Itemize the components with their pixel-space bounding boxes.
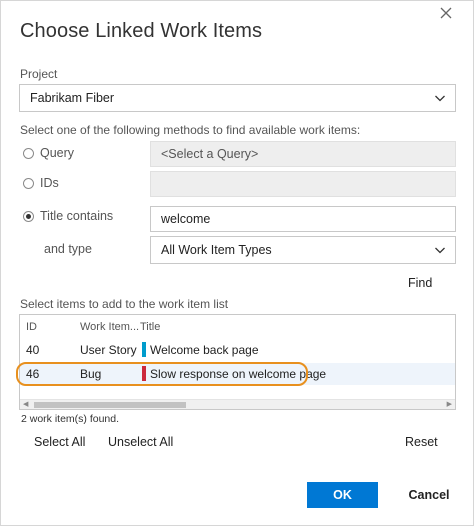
column-header-id[interactable]: ID [26,321,37,333]
row-type: User Story [80,343,137,357]
column-header-work-item-type[interactable]: Work Item... [80,321,139,333]
project-select-value: Fabrikam Fiber [30,91,115,105]
work-item-type-select[interactable]: All Work Item Types [150,236,456,264]
title-contains-input[interactable]: welcome [150,206,456,232]
column-header-title[interactable]: Title [140,321,160,333]
select-all-button[interactable]: Select All [34,435,85,449]
scrollbar-thumb[interactable] [34,402,186,408]
row-id: 40 [26,343,40,357]
table-row[interactable]: 46 Bug Slow response on welcome page [20,363,455,385]
find-button[interactable]: Find [408,276,432,290]
radio-query-label: Query [40,146,75,160]
query-select-value: <Select a Query> [161,147,259,161]
horizontal-scrollbar[interactable]: ◀ ▶ [20,399,455,409]
scroll-left-icon[interactable]: ◀ [23,401,28,409]
reset-button[interactable]: Reset [405,435,438,449]
title-contains-value: welcome [161,212,211,226]
dialog-title: Choose Linked Work Items [20,20,263,42]
list-label: Select items to add to the work item lis… [20,297,229,311]
work-item-type-value: All Work Item Types [161,243,272,257]
type-label: and type [44,242,92,256]
row-type: Bug [80,367,102,381]
work-item-color-bar [142,366,146,381]
radio-query-indicator[interactable] [23,147,34,159]
row-title: Slow response on welcome page [150,367,327,381]
result-count: 2 work item(s) found. [21,413,120,425]
ids-input[interactable] [150,171,456,197]
methods-label: Select one of the following methods to f… [20,123,361,137]
row-id: 46 [26,367,40,381]
row-title: Welcome back page [150,343,259,357]
unselect-all-button[interactable]: Unselect All [108,435,173,449]
project-label: Project [20,67,58,81]
chevron-down-icon [435,247,445,254]
radio-title-contains-indicator[interactable] [23,210,34,222]
chevron-down-icon [435,95,445,102]
cancel-button[interactable]: Cancel [399,482,459,508]
table-row[interactable]: 40 User Story Welcome back page [20,339,455,361]
work-item-grid: ID Work Item... Title 40 User Story Welc… [19,314,456,410]
radio-ids-indicator[interactable] [23,177,34,189]
grid-header: ID Work Item... Title [20,321,455,337]
radio-ids-label: IDs [40,176,59,190]
work-item-color-bar [142,342,146,357]
radio-ids[interactable]: IDs [23,176,59,190]
radio-title-contains-label: Title contains [40,209,114,223]
scroll-right-icon[interactable]: ▶ [447,401,452,409]
radio-query[interactable]: Query [23,146,74,160]
radio-title-contains[interactable]: Title contains [23,209,113,223]
close-icon[interactable] [439,6,453,20]
project-select[interactable]: Fabrikam Fiber [19,84,456,112]
ok-button[interactable]: OK [307,482,378,508]
choose-linked-work-items-dialog: Choose Linked Work Items Project Fabrika… [0,0,474,526]
query-select[interactable]: <Select a Query> [150,141,456,167]
